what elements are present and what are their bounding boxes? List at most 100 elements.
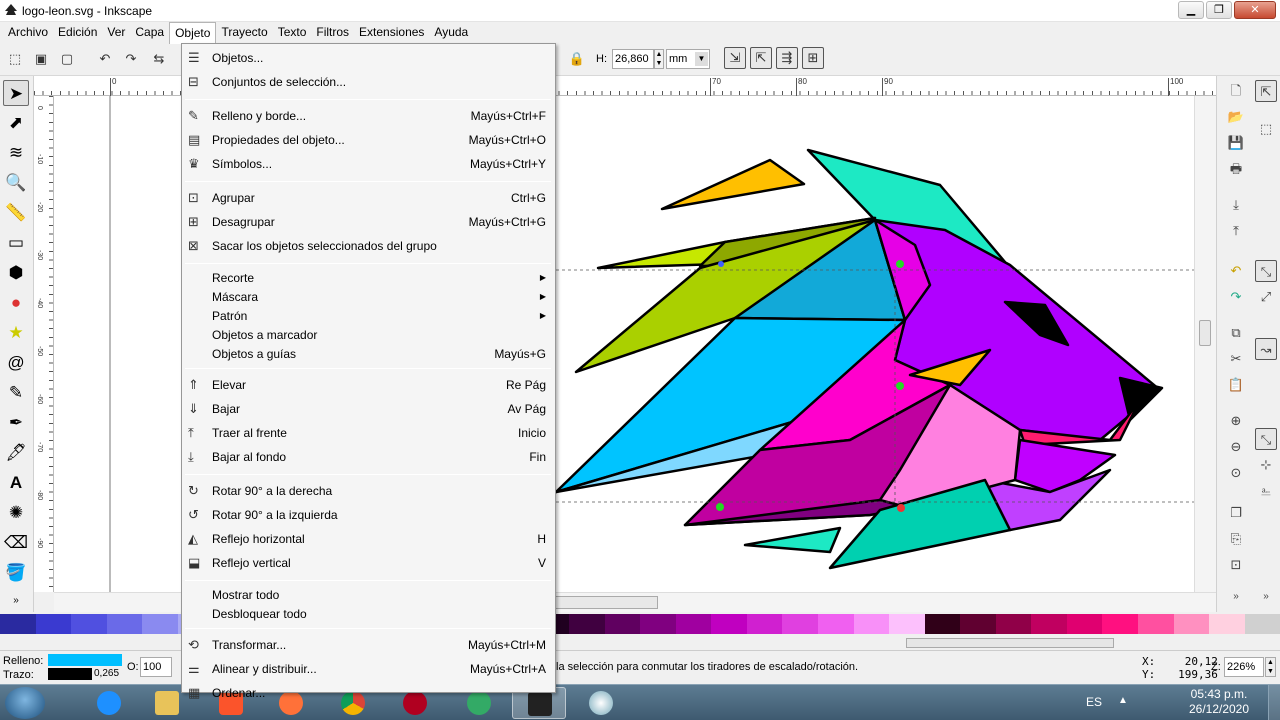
bucket-tool-icon[interactable]: 🪣 [3,560,29,586]
print-icon[interactable]: 🖶 [1225,158,1247,180]
palette-swatch[interactable] [1173,614,1210,634]
stroke-swatch[interactable] [48,668,92,680]
scrollbar-thumb[interactable] [1199,320,1211,346]
close-button[interactable]: ✕ [1234,1,1276,19]
clone-icon[interactable]: ⎘ [1225,528,1247,550]
menu-item-desbloquear-todo[interactable]: Desbloquear todo [182,605,555,624]
menu-item-sacar-los-objetos-seleccionados-del-grupo[interactable]: ⊠ Sacar los objetos seleccionados del gru… [182,235,555,259]
palette-swatch[interactable] [1138,614,1174,634]
menu-item-propiedades-del-objeto[interactable]: ▤ Propiedades del objeto... Mayús+Ctrl+O [182,129,555,153]
duplicate-icon[interactable]: ❐ [1225,502,1247,524]
new-document-icon[interactable]: 🗋 [1225,80,1247,102]
tray-expand-icon[interactable]: ▲ [1118,695,1128,706]
snap-center-icon[interactable]: ⊹ [1255,454,1277,476]
palette-swatch[interactable] [889,614,925,634]
export-icon[interactable]: ⤒ [1225,220,1247,242]
menu-item-transformar[interactable]: ⟲ Transformar... Mayús+Ctrl+M [182,634,555,658]
copy-icon[interactable]: ⧉ [1225,322,1247,344]
snap-bbox-icon[interactable]: ⬚ [1255,118,1277,140]
start-button[interactable] [5,687,45,719]
menu-item-objetos[interactable]: ☰ Objetos... [182,47,555,71]
menu-item-rotar-90-a-la-derecha[interactable]: ↻ Rotar 90° a la derecha [182,480,555,504]
save-icon[interactable]: 💾 [1225,132,1247,154]
palette-swatch[interactable] [782,614,818,634]
menu-item-ordenar[interactable]: ▦ Ordenar... [182,682,555,706]
menu-item-mascara[interactable]: Máscara ▶ [182,288,555,307]
redo-icon[interactable]: ↷ [1225,286,1247,308]
menu-item-conjuntos-de-seleccion[interactable]: ⊟ Conjuntos de selección... [182,71,555,95]
snap-toggle-icon[interactable]: ⇱ [1255,80,1277,102]
more-snap-icon[interactable]: » [1255,586,1277,608]
menu-item-desagrupar[interactable]: ⊞ Desagrupar Mayús+Ctrl+G [182,211,555,235]
3d-box-tool-icon[interactable]: ⬢ [3,260,29,286]
snap-paths-icon[interactable]: ⤢ [1255,286,1277,308]
menu-item-rotar-90-a-la-izquierda[interactable]: ↺ Rotar 90° a la izquierda [182,504,555,528]
zoom-input[interactable]: 226% [1224,657,1264,677]
menu-item-relleno-y-borde[interactable]: ✎ Relleno y borde... Mayús+Ctrl+F [182,105,555,129]
menu-item-recorte[interactable]: Recorte ▶ [182,269,555,288]
scrollbar-thumb[interactable] [906,638,1114,648]
pencil-tool-icon[interactable]: ✎ [3,380,29,406]
cut-icon[interactable]: ✂ [1225,348,1247,370]
scrollbar-thumb[interactable] [552,596,658,609]
snap-nodes-icon[interactable]: ⤡ [1255,260,1277,282]
lock-icon[interactable]: 🔒 [566,48,588,70]
menu-ver[interactable]: Ver [102,22,130,44]
menu-item-reflejo-horizontal[interactable]: ◭ Reflejo horizontal H [182,528,555,552]
menu-item-patron[interactable]: Patrón ▶ [182,307,555,326]
snap-others-icon[interactable]: ⤡ [1255,428,1277,450]
palette-swatch[interactable] [711,614,747,634]
clock[interactable]: 05:43 p.m. 26/12/2020 [1186,687,1252,717]
menu-ayuda[interactable]: Ayuda [429,22,473,44]
menu-texto[interactable]: Texto [273,22,312,44]
menu-item-agrupar[interactable]: ⊡ Agrupar Ctrl+G [182,187,555,211]
selector-tool-icon[interactable]: ➤ [3,80,29,106]
palette-swatch[interactable] [1102,614,1138,634]
ellipse-tool-icon[interactable]: ● [3,290,29,316]
maximize-button[interactable]: ❐ [1206,1,1232,19]
spray-tool-icon[interactable]: ✺ [3,500,29,526]
show-desktop-button[interactable] [1268,685,1280,720]
palette-swatch[interactable] [995,614,1032,634]
zoom-spinner[interactable]: ▲ ▼ [1265,657,1276,677]
group-icon[interactable]: ⊡ [1225,554,1247,576]
menu-item-elevar[interactable]: ⇑ Elevar Re Pág [182,374,555,398]
palette-swatch[interactable] [71,614,107,634]
transform-patterns-icon[interactable]: ⊞ [802,47,824,69]
snap-text-baseline-icon[interactable]: ⎁ [1255,480,1277,502]
palette-swatch[interactable] [675,614,712,634]
palette-swatch[interactable] [640,614,676,634]
palette-swatch[interactable] [924,614,961,634]
menu-item-objetos-a-guias[interactable]: Objetos a guías Mayús+G [182,345,555,364]
palette-swatch[interactable] [35,614,72,634]
palette-swatch[interactable] [960,614,996,634]
node-tool-icon[interactable]: ⬈ [3,110,29,136]
scale-corners-icon[interactable]: ⇱ [750,47,772,69]
palette-swatch[interactable] [142,614,178,634]
menu-archivo[interactable]: Archivo [3,22,53,44]
taskbar-paint[interactable] [574,687,628,719]
menu-edicion[interactable]: Edición [53,22,102,44]
calligraphy-tool-icon[interactable]: 🖋 [3,440,29,466]
tweak-tool-icon[interactable]: ≋ [3,140,29,166]
star-tool-icon[interactable]: ★ [3,320,29,346]
taskbar-ie[interactable] [82,687,136,719]
zoom-selection-icon[interactable]: ⊕ [1225,410,1247,432]
zoom-page-icon[interactable]: ⊙ [1225,462,1247,484]
pen-tool-icon[interactable]: ✒ [3,410,29,436]
spiral-tool-icon[interactable]: @ [3,350,29,376]
menu-item-alinear-y-distribuir[interactable]: ⚌ Alinear y distribuir... Mayús+Ctrl+A [182,658,555,682]
open-icon[interactable]: 📂 [1225,106,1247,128]
palette-swatch[interactable] [746,614,783,634]
language-indicator[interactable]: ES [1086,695,1102,709]
palette-swatch[interactable] [604,614,641,634]
fill-swatch[interactable] [48,654,122,666]
more-commands-icon[interactable]: » [1225,586,1247,608]
measure-tool-icon[interactable]: 📏 [3,200,29,226]
palette-swatch[interactable] [1031,614,1067,634]
unit-select[interactable]: mm ▼ [666,49,710,69]
zoom-drawing-icon[interactable]: ⊖ [1225,436,1247,458]
undo-icon[interactable]: ↶ [1225,260,1247,282]
text-tool-icon[interactable]: A [3,470,29,496]
select-all-layers-icon[interactable]: ▣ [30,48,52,70]
